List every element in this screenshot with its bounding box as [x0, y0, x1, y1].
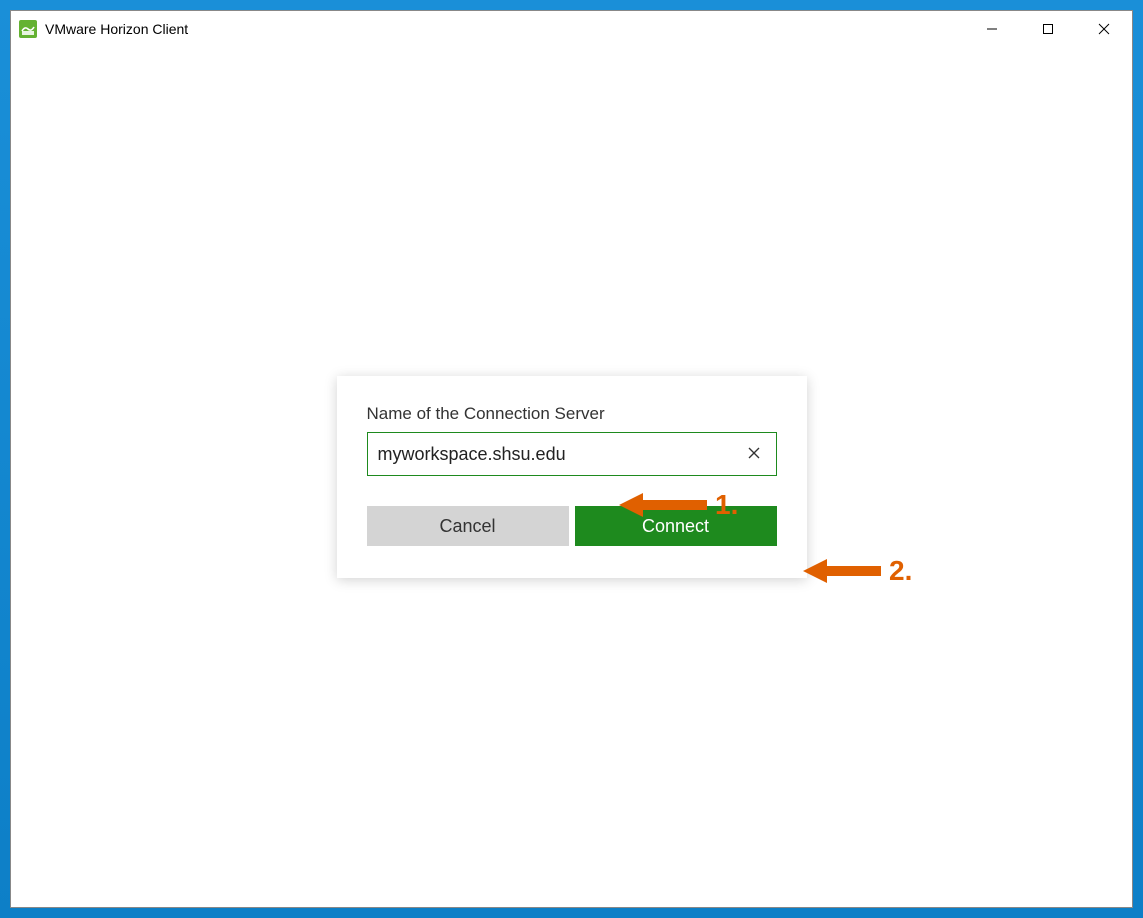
- clear-input-button[interactable]: [740, 440, 768, 468]
- content-area: Name of the Connection Server Cancel Con…: [11, 47, 1132, 907]
- annotation-step-2: 2.: [803, 555, 912, 587]
- vmware-horizon-icon: [19, 20, 37, 38]
- minimize-button[interactable]: [964, 11, 1020, 47]
- annotation-2-label: 2.: [889, 555, 912, 587]
- titlebar: VMware Horizon Client: [11, 11, 1132, 47]
- dialog-button-row: Cancel Connect: [367, 506, 777, 546]
- server-name-label: Name of the Connection Server: [367, 404, 777, 424]
- window-controls: [964, 11, 1132, 47]
- app-window: VMware Horizon Client Name of the Connec…: [10, 10, 1133, 908]
- connection-server-dialog: Name of the Connection Server Cancel Con…: [337, 376, 807, 578]
- titlebar-left: VMware Horizon Client: [11, 20, 188, 38]
- close-button[interactable]: [1076, 11, 1132, 47]
- close-icon: [748, 446, 760, 462]
- cancel-button[interactable]: Cancel: [367, 506, 569, 546]
- arrow-left-icon: [803, 557, 883, 585]
- connect-button[interactable]: Connect: [575, 506, 777, 546]
- server-name-input[interactable]: [378, 433, 736, 475]
- server-input-wrapper: [367, 432, 777, 476]
- maximize-button[interactable]: [1020, 11, 1076, 47]
- app-title: VMware Horizon Client: [45, 21, 188, 37]
